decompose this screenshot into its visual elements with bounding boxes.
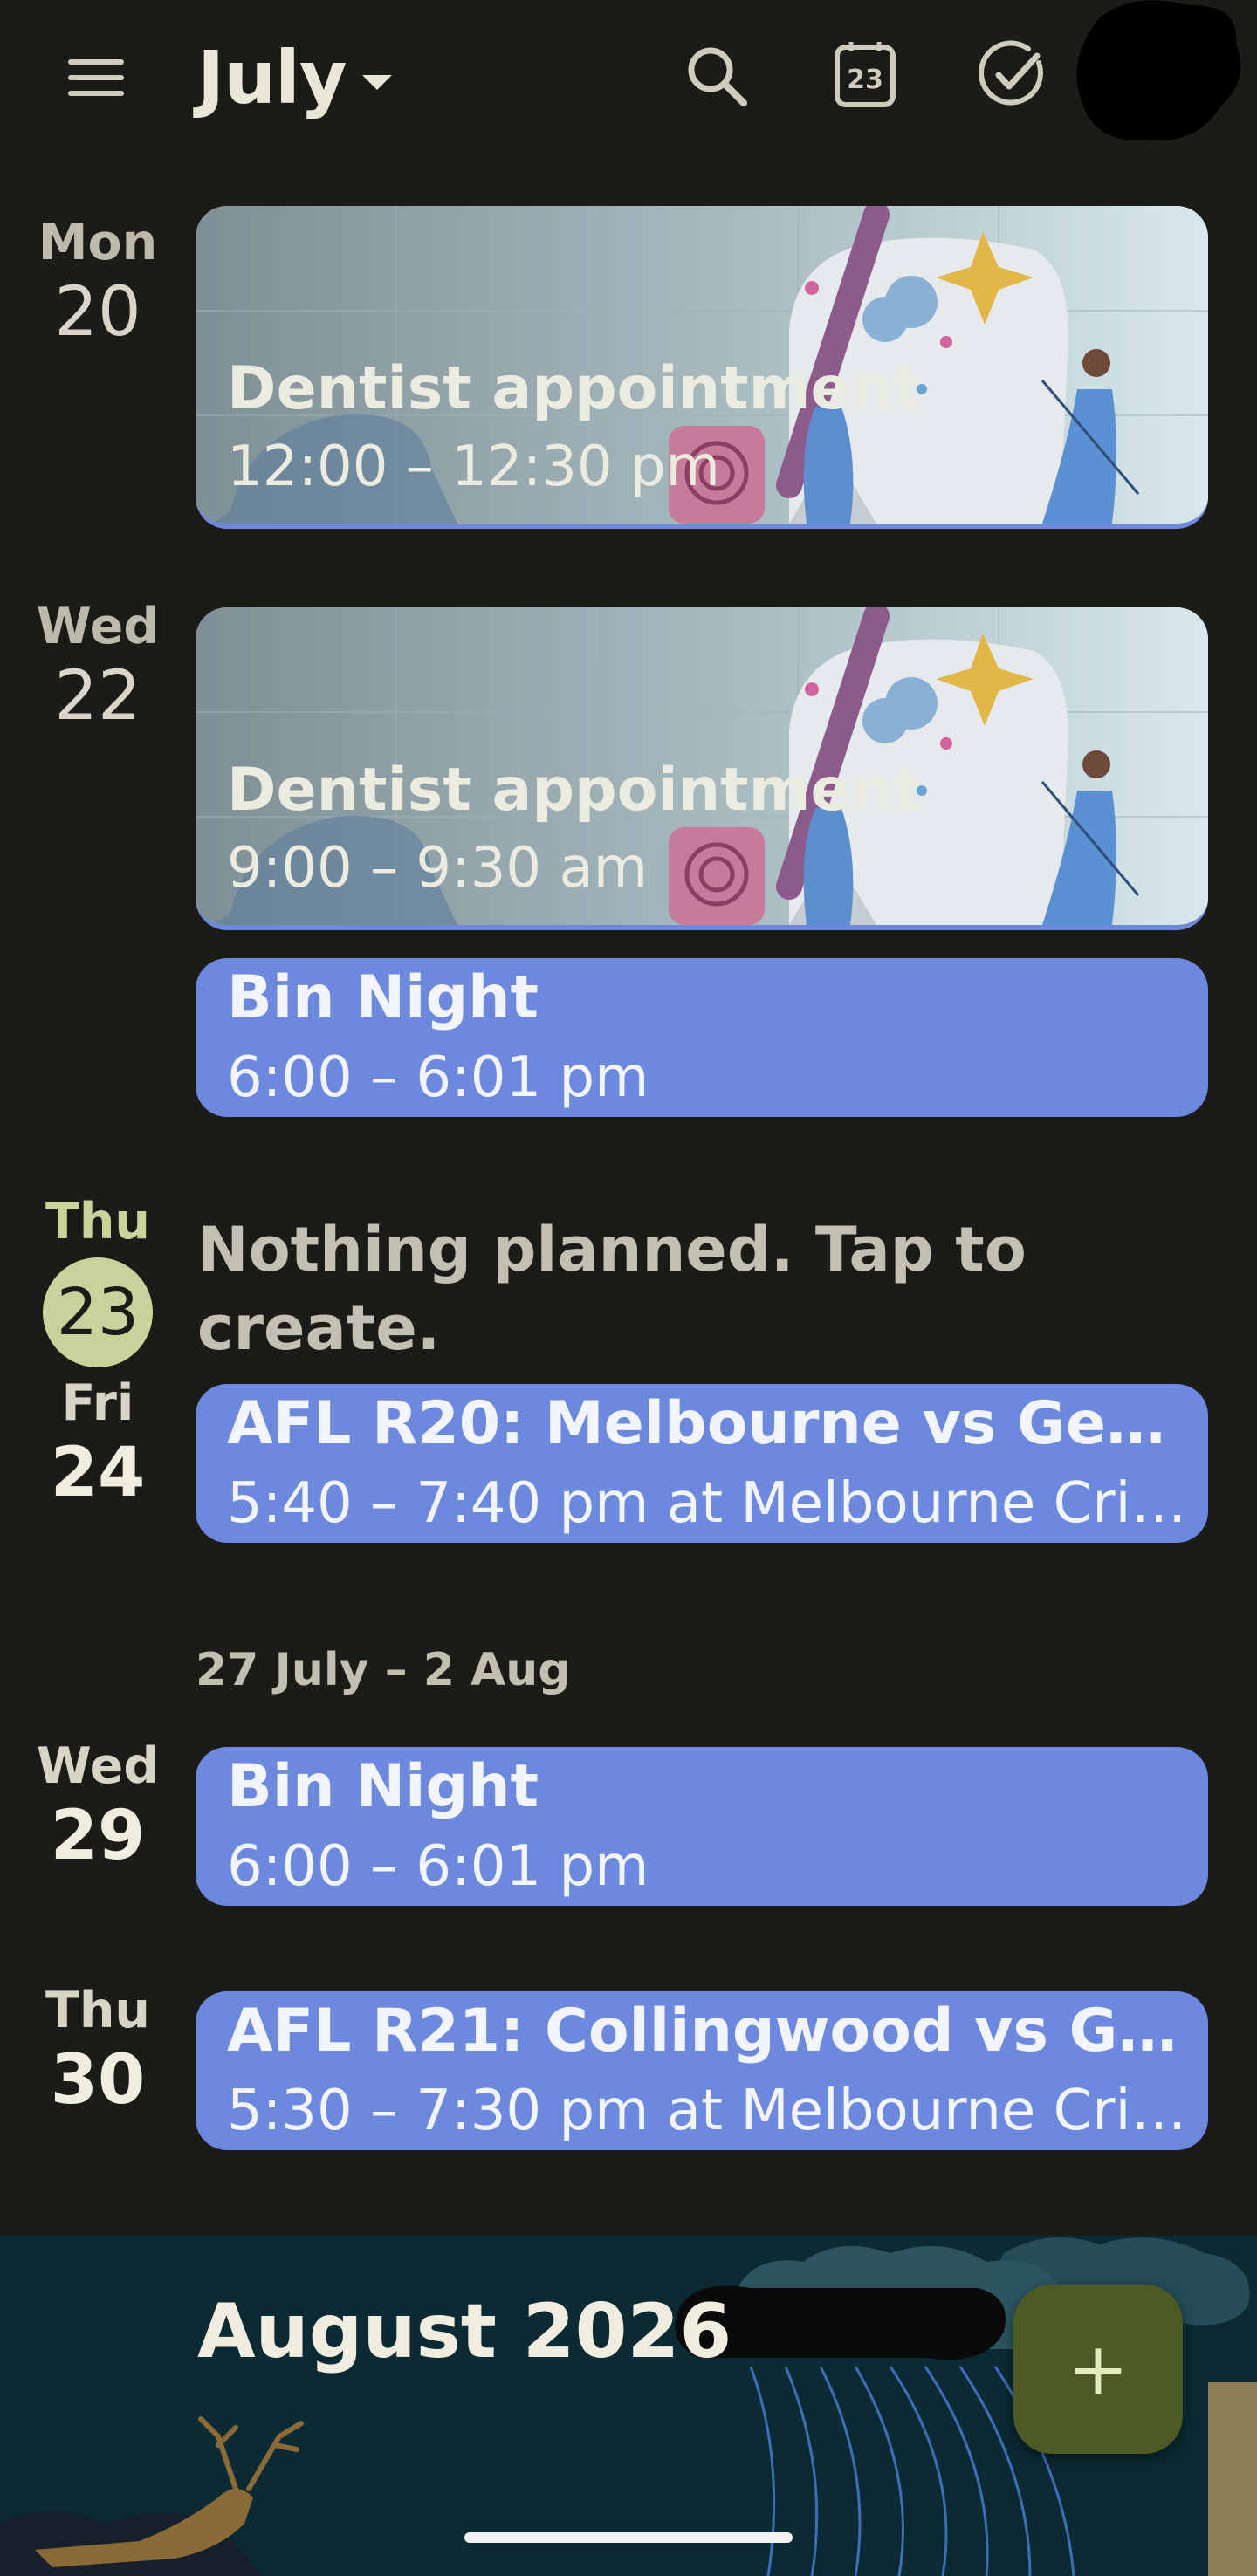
- event-time: 5:40 – 7:40 pm at Melbourne Cricket Grou…: [227, 1471, 1199, 1536]
- event-chip-bin-night[interactable]: Bin Night 6:00 – 6:01 pm: [196, 1747, 1208, 1906]
- event-time: 5:30 – 7:30 pm at Melbourne Cricket Grou…: [227, 2079, 1199, 2143]
- event-chip-dentist[interactable]: Dentist appointment 12:00 – 12:30 pm: [196, 206, 1208, 529]
- day-label-mon-20[interactable]: Mon 20: [10, 214, 185, 352]
- gesture-navigation-bar[interactable]: [464, 2532, 793, 2543]
- search-icon[interactable]: [677, 37, 756, 115]
- month-selector[interactable]: July: [197, 30, 392, 126]
- event-time: 12:00 – 12:30 pm: [227, 435, 720, 499]
- avatar[interactable]: [1065, 0, 1248, 148]
- day-number: 24: [50, 1434, 146, 1512]
- day-of-week: Thu: [45, 1982, 151, 2039]
- event-chip-bin-night[interactable]: Bin Night 6:00 – 6:01 pm: [196, 958, 1208, 1117]
- event-time: 9:00 – 9:30 am: [227, 836, 649, 901]
- day-of-week: Wed: [36, 598, 160, 655]
- day-label-wed-22[interactable]: Wed 22: [10, 598, 185, 736]
- chevron-down-icon: [361, 74, 392, 90]
- create-event-fab[interactable]: +: [1013, 2285, 1183, 2454]
- menu-icon[interactable]: [61, 52, 134, 105]
- day-label-thu-30[interactable]: Thu 30: [10, 1982, 185, 2120]
- empty-day-create-prompt[interactable]: Nothing planned. Tap to create.: [197, 1211, 1114, 1367]
- day-of-week: Wed: [36, 1737, 160, 1795]
- event-title: Bin Night: [227, 1752, 539, 1821]
- day-number: 20: [54, 273, 141, 352]
- day-label-today[interactable]: Thu 23: [10, 1197, 185, 1367]
- day-number: 30: [50, 2041, 146, 2120]
- today-icon-date: 23: [847, 65, 883, 95]
- day-of-week: Mon: [38, 214, 158, 271]
- event-time: 6:00 – 6:01 pm: [227, 1045, 649, 1110]
- event-title: AFL R21: Collingwood vs Geelong: [227, 1997, 1199, 2066]
- today-icon[interactable]: 23: [827, 37, 905, 115]
- next-month-title: August 2026: [197, 2288, 732, 2375]
- day-number: 22: [54, 657, 141, 736]
- day-of-week: Thu: [45, 1193, 151, 1250]
- today-date-circle: 23: [43, 1257, 153, 1367]
- day-label-wed-29[interactable]: Wed 29: [10, 1737, 185, 1875]
- day-of-week: Fri: [61, 1374, 134, 1432]
- event-time: 6:00 – 6:01 pm: [227, 1834, 649, 1899]
- event-title: Bin Night: [227, 963, 539, 1032]
- tasks-icon[interactable]: [974, 37, 1053, 115]
- event-title: Dentist appointment: [227, 756, 922, 825]
- event-chip-dentist[interactable]: Dentist appointment 9:00 – 9:30 am: [196, 607, 1208, 930]
- event-chip-afl-r21[interactable]: AFL R21: Collingwood vs Geelong 5:30 – 7…: [196, 1991, 1208, 2150]
- event-title: Dentist appointment: [227, 354, 922, 423]
- event-title: AFL R20: Melbourne vs Geelong: [227, 1389, 1199, 1458]
- day-number: 29: [50, 1797, 146, 1875]
- month-title: July: [197, 35, 347, 120]
- week-range-label: 27 July – 2 Aug: [196, 1644, 571, 1696]
- event-chip-afl-r20[interactable]: AFL R20: Melbourne vs Geelong 5:40 – 7:4…: [196, 1384, 1208, 1543]
- day-label-fri-24[interactable]: Fri 24: [10, 1374, 185, 1512]
- add-icon: +: [1067, 2326, 1130, 2412]
